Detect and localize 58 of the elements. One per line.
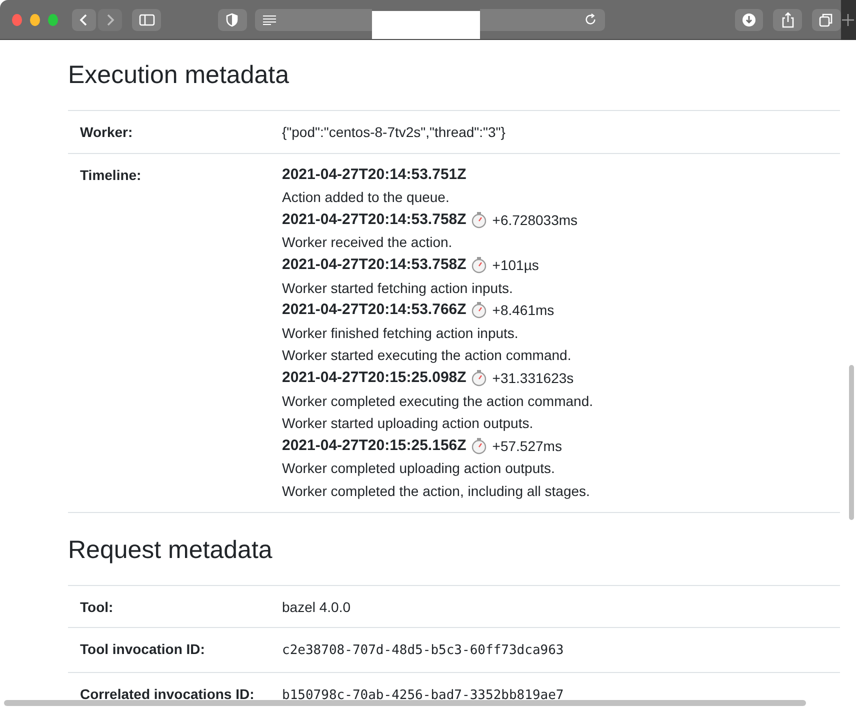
vertical-scrollbar[interactable] <box>849 365 854 520</box>
duration: +31.331623s <box>492 368 574 388</box>
timeline-message: Action added to the queue. <box>282 188 450 208</box>
timeline-message: Worker finished fetching action inputs. <box>282 324 518 343</box>
row-label: Tool: <box>80 598 114 614</box>
tabs-button[interactable] <box>812 8 841 30</box>
section-heading: Request metadata <box>68 534 274 566</box>
duration: +6.728033ms <box>492 210 578 230</box>
duration: +57.527ms <box>492 436 562 456</box>
sidebar-button[interactable] <box>132 8 162 30</box>
share-button[interactable] <box>773 8 802 30</box>
shield-button[interactable] <box>218 8 247 30</box>
shield-icon <box>226 12 238 26</box>
timeline-message: Worker completed executing the action command. <box>282 392 594 411</box>
stopwatch-icon <box>471 211 488 230</box>
zoom-button[interactable] <box>48 14 58 26</box>
horizontal-scrollbar[interactable] <box>4 700 806 706</box>
download-icon <box>742 12 756 26</box>
timeline-message: Worker started executing the action command. <box>282 346 572 366</box>
row-value: b150798c-70ab-4256-bad7-3352bb819ae7 <box>282 688 564 703</box>
stopwatch-icon <box>471 369 488 388</box>
new-tab-button[interactable] <box>840 0 856 40</box>
duration: +101µs <box>492 256 539 275</box>
duration: +8.461ms <box>492 301 554 320</box>
timestamp: 2021-04-27T20:14:53.766Z <box>282 300 466 320</box>
row-label: Correlated invocations ID: <box>80 686 254 702</box>
row-label: Tool invocation ID: <box>80 641 205 658</box>
back-icon <box>79 12 90 26</box>
forward-icon <box>105 12 116 26</box>
download-button[interactable] <box>734 8 764 30</box>
timeline-message: Worker started fetching action inputs. <box>282 278 513 298</box>
timeline-message: Worker received the action. <box>282 233 452 252</box>
timestamp: 2021-04-27T20:15:25.156Z <box>282 436 466 456</box>
row-value: {"pod":"centos-8-7tv2s","thread":"3"} <box>282 124 506 140</box>
row-label: Worker: <box>80 124 133 140</box>
timestamp: 2021-04-27T20:15:25.098Z <box>282 368 466 388</box>
timeline-message: Worker completed the action, including all stages. <box>282 482 590 501</box>
stopwatch-icon <box>471 301 488 320</box>
timeline-message: Worker started uploading action outputs. <box>282 414 534 434</box>
back-button[interactable] <box>72 8 96 30</box>
stopwatch-icon <box>471 437 488 456</box>
row-label: Timeline: <box>80 166 142 183</box>
tabs-icon <box>819 12 834 26</box>
timestamp: 2021-04-27T20:14:53.751Z <box>282 164 466 185</box>
plus-icon <box>842 14 854 26</box>
row-value: c2e38708-707d-48d5-b5c3-60ff73dca963 <box>282 643 564 658</box>
sidebar-icon <box>138 14 155 26</box>
share-icon <box>780 12 795 28</box>
timestamp: 2021-04-27T20:14:53.758Z <box>282 210 466 230</box>
section-heading: Execution metadata <box>68 60 290 91</box>
forward-button[interactable] <box>98 8 122 30</box>
timestamp: 2021-04-27T20:14:53.758Z <box>282 254 466 275</box>
row-value: bazel 4.0.0 <box>282 598 350 614</box>
reader-icon[interactable] <box>262 14 277 24</box>
reload-icon <box>584 13 597 26</box>
stopwatch-icon <box>471 256 488 274</box>
timeline-message: Worker completed uploading action outputs. <box>282 459 555 478</box>
minimize-button[interactable] <box>30 14 40 26</box>
